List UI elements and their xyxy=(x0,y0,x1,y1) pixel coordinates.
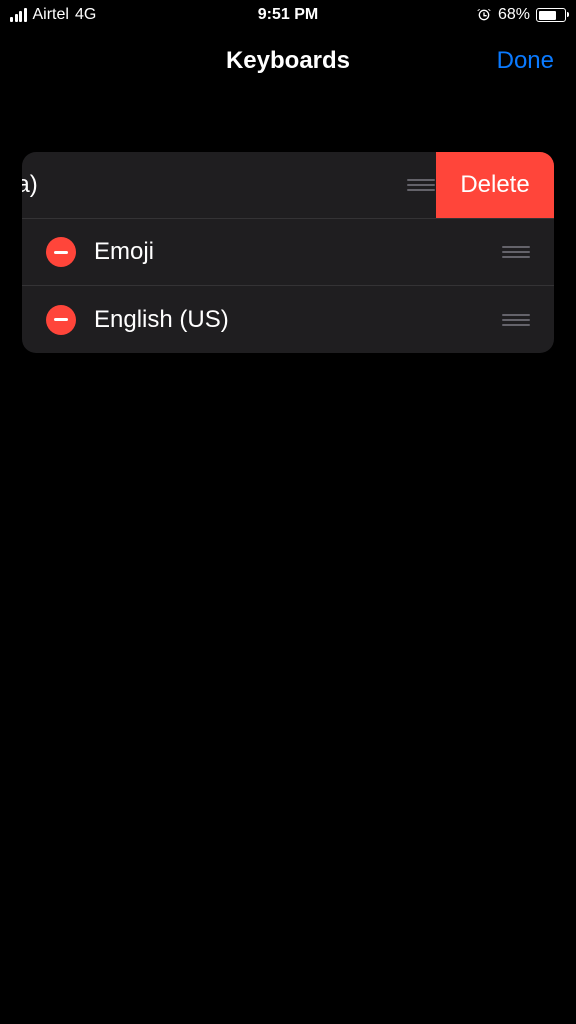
keyboard-list: lish (India) Delete Emoji English (US) xyxy=(22,152,554,353)
reorder-handle-icon[interactable] xyxy=(502,246,530,258)
delete-button[interactable]: Delete xyxy=(436,152,554,218)
status-left: Airtel 4G xyxy=(10,6,96,24)
keyboard-label: English (US) xyxy=(94,306,229,334)
status-right: 68% xyxy=(476,6,566,24)
minus-icon xyxy=(54,251,68,254)
network-label: 4G xyxy=(75,6,96,24)
reorder-handle-icon[interactable] xyxy=(407,179,435,191)
remove-button[interactable] xyxy=(46,237,76,267)
page-title: Keyboards xyxy=(226,47,350,75)
status-bar: Airtel 4G 9:51 PM 68% xyxy=(0,0,576,30)
battery-icon xyxy=(536,8,566,22)
keyboard-row-english-india[interactable]: lish (India) Delete xyxy=(22,152,554,219)
carrier-label: Airtel xyxy=(33,6,69,24)
reorder-handle-icon[interactable] xyxy=(502,314,530,326)
keyboard-row-english-us[interactable]: English (US) xyxy=(22,286,554,353)
minus-icon xyxy=(54,318,68,321)
signal-icon xyxy=(10,8,27,22)
battery-pct: 68% xyxy=(498,6,530,24)
keyboard-label: lish (India) xyxy=(22,171,38,199)
alarm-icon xyxy=(476,7,492,23)
keyboard-label: Emoji xyxy=(94,238,154,266)
remove-button[interactable] xyxy=(46,305,76,335)
done-button[interactable]: Done xyxy=(497,47,554,75)
status-time: 9:51 PM xyxy=(258,6,318,24)
nav-bar: Keyboards Done xyxy=(0,30,576,92)
keyboard-row-emoji[interactable]: Emoji xyxy=(22,219,554,286)
